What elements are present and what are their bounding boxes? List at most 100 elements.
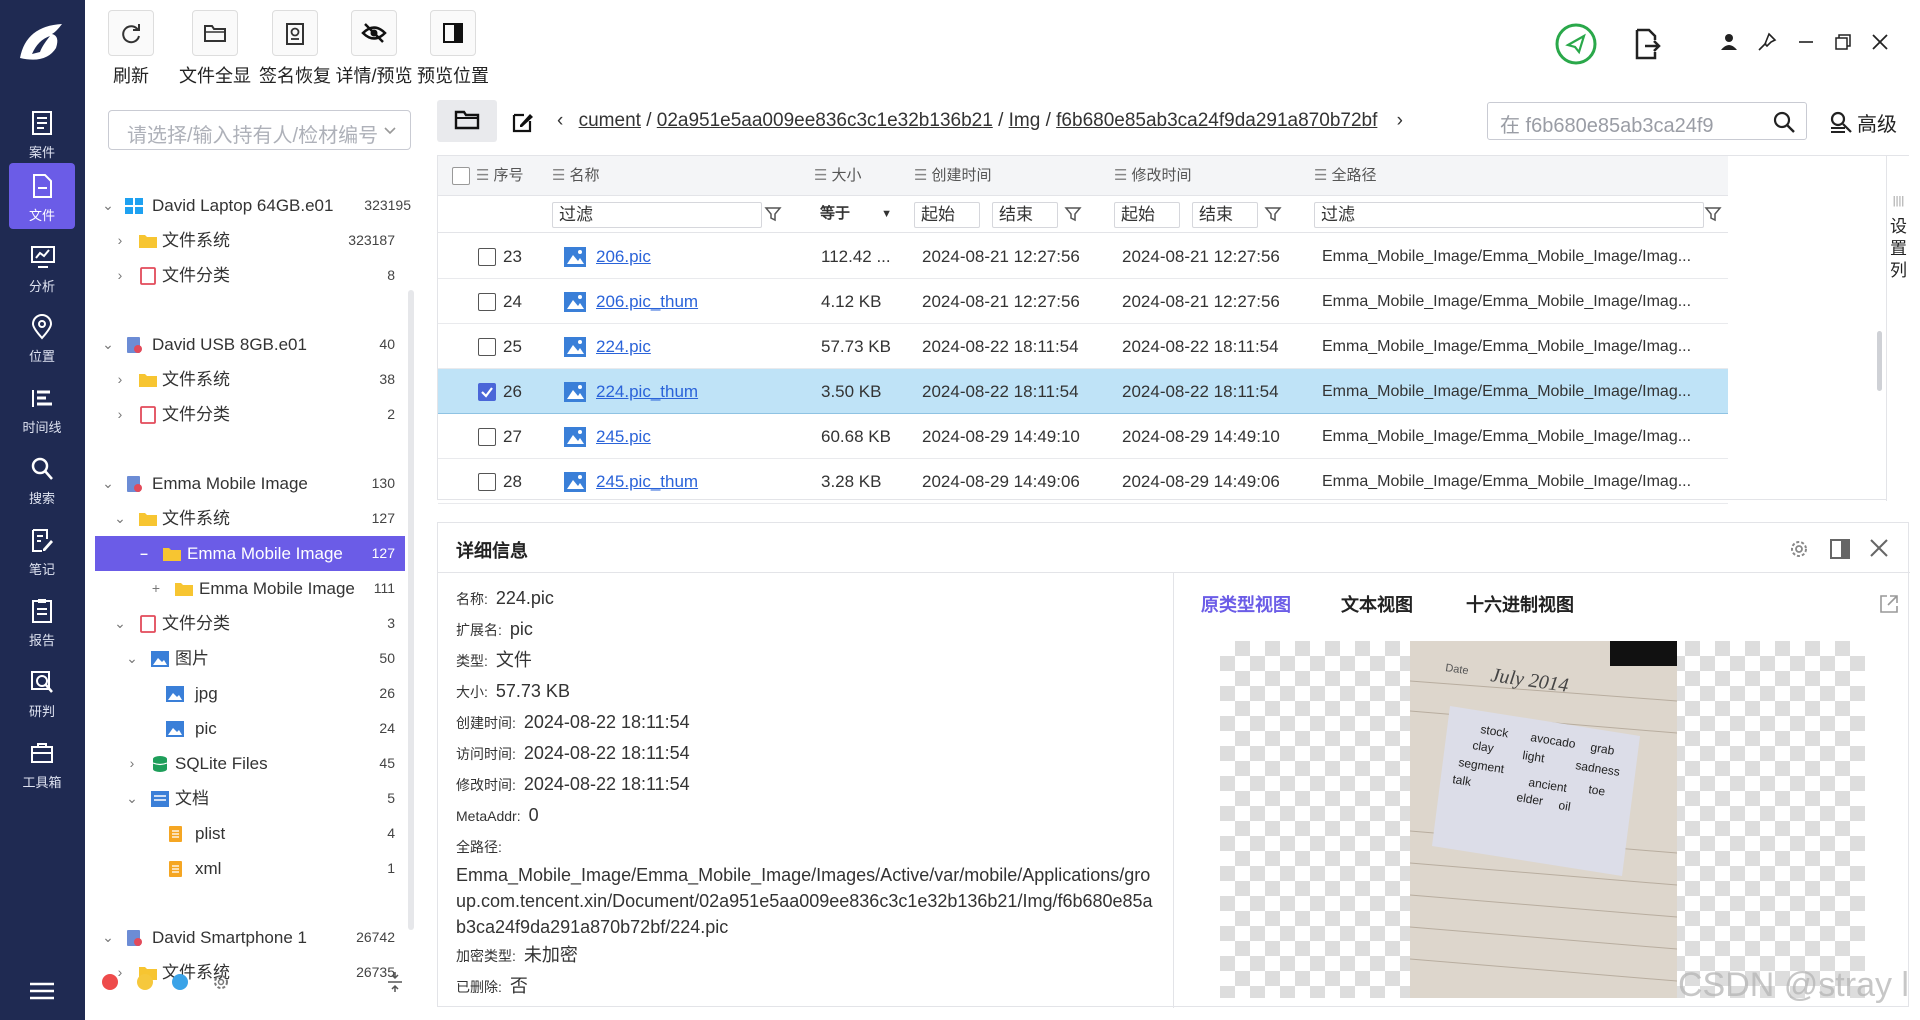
filter-icon[interactable] (1704, 205, 1722, 223)
name-filter-input[interactable]: 过滤 (552, 202, 762, 228)
tree-node-emma-mobile[interactable]: ⌄ Emma Mobile Image 130 (95, 466, 417, 501)
menu-icon[interactable] (26, 980, 58, 1002)
close-icon[interactable] (1870, 32, 1890, 52)
open-folder-button[interactable] (437, 100, 497, 142)
open-external-icon[interactable] (1878, 593, 1900, 615)
tree-node-filesystem[interactable]: › 文件系统 38 (95, 362, 417, 397)
cell-name-link[interactable]: 245.pic_thum (596, 459, 698, 504)
chevron-right-icon[interactable]: › (113, 258, 127, 293)
blue-dot-icon[interactable] (172, 974, 188, 990)
tab-native-view[interactable]: 原类型视图 (1201, 591, 1291, 617)
nav-item-notes[interactable]: 笔记 (9, 517, 75, 583)
row-checkbox[interactable] (478, 383, 496, 401)
signature-recover-button[interactable]: 签名恢复 (257, 8, 333, 86)
tree-node-david-smartphone[interactable]: ⌄ David Smartphone 1 26742 (95, 920, 417, 955)
chevron-right-icon[interactable]: › (1397, 110, 1403, 131)
tree-node-file-category[interactable]: ⌄ 文件分类 3 (95, 606, 417, 641)
chevron-right-icon[interactable]: › (113, 362, 127, 397)
modified-start-input[interactable]: 起始 (1114, 202, 1180, 228)
breadcrumb-item[interactable]: Img (1009, 110, 1041, 131)
filter-icon[interactable] (764, 205, 782, 223)
column-header-no[interactable]: ☰ 序号 (476, 156, 523, 196)
column-header-created[interactable]: ☰ 创建时间 (914, 156, 991, 196)
user-icon[interactable] (1720, 33, 1738, 51)
chevron-down-icon[interactable]: ⌄ (101, 327, 115, 362)
search-icon[interactable] (1772, 110, 1796, 134)
table-row[interactable]: 24 206.pic_thum 4.12 KB 2024-08-21 12:27:56… (438, 279, 1728, 324)
collapse-all-icon[interactable] (385, 970, 405, 994)
tree-node-david-usb[interactable]: ⌄ David USB 8GB.e01 40 (95, 327, 417, 362)
tab-text-view[interactable]: 文本视图 (1341, 591, 1413, 617)
chevron-down-icon[interactable]: ⌄ (113, 606, 127, 641)
gear-icon[interactable] (1787, 537, 1811, 561)
row-checkbox[interactable] (478, 248, 496, 266)
nav-item-timeline[interactable]: 时间线 (9, 375, 75, 441)
red-dot-icon[interactable] (102, 974, 118, 990)
tree-node-filesystem[interactable]: ⌄ 文件系统 127 (95, 501, 417, 536)
size-operator-select[interactable]: 等于 ▼ (814, 202, 896, 228)
column-header-path[interactable]: ☰ 全路径 (1314, 156, 1376, 196)
restore-icon[interactable] (1834, 33, 1852, 51)
yellow-dot-icon[interactable] (137, 974, 153, 990)
cell-name-link[interactable]: 224.pic (596, 324, 651, 369)
chevron-down-icon[interactable]: ⌄ (125, 641, 139, 676)
chevron-down-icon[interactable]: ⌄ (113, 501, 127, 536)
path-filter-input[interactable]: 过滤 (1314, 202, 1704, 228)
send-icon[interactable] (1554, 22, 1598, 66)
nav-item-analysis[interactable]: 分析 (9, 234, 75, 300)
nav-item-case[interactable]: 案件 (9, 100, 75, 166)
tree-node-filesystem[interactable]: › 文件系统 323187 (95, 223, 417, 258)
tree-node-file-category[interactable]: › 文件分类 2 (95, 397, 417, 432)
tree-node-pic[interactable]: pic 24 (95, 711, 417, 746)
chevron-right-icon[interactable]: › (113, 223, 127, 258)
refresh-button[interactable]: 刷新 (107, 8, 155, 86)
tree-node-sqlite[interactable]: › SQLite Files 45 (95, 746, 417, 781)
cell-name-link[interactable]: 206.pic (596, 234, 651, 279)
row-checkbox[interactable] (478, 428, 496, 446)
table-row[interactable]: 25 224.pic 57.73 KB 2024-08-22 18:11:54 2024… (438, 324, 1728, 369)
tree-node-images[interactable]: ⌄ 图片 50 (95, 641, 417, 676)
pin-icon[interactable] (1757, 32, 1777, 52)
gear-icon[interactable] (211, 972, 231, 992)
row-checkbox[interactable] (478, 473, 496, 491)
table-row[interactable]: 27 245.pic 60.68 KB 2024-08-29 14:49:10 2024… (438, 414, 1728, 459)
chevron-left-icon[interactable]: ‹ (557, 110, 563, 131)
cell-name-link[interactable]: 224.pic_thum (596, 369, 698, 414)
nav-item-toolbox[interactable]: 工具箱 (9, 730, 75, 796)
tree-node-jpg[interactable]: jpg 26 (95, 676, 417, 711)
breadcrumb-item[interactable]: cument (579, 110, 641, 131)
expand-icon[interactable]: + (149, 571, 163, 606)
set-columns-button[interactable]: |||| 设置列 (1886, 156, 1910, 501)
tree-node-david-laptop[interactable]: ⌄ David Laptop 64GB.e01 323195 (95, 188, 417, 223)
chevron-down-icon[interactable]: ⌄ (101, 188, 115, 223)
select-all-checkbox[interactable] (452, 167, 470, 186)
minimize-icon[interactable] (1797, 33, 1815, 51)
row-checkbox[interactable] (478, 293, 496, 311)
created-start-input[interactable]: 起始 (914, 202, 980, 228)
nav-item-file[interactable]: 文件 (9, 163, 75, 229)
tree-node-emma-mobile-selected[interactable]: – Emma Mobile Image 127 (95, 536, 405, 571)
table-row[interactable]: 28 245.pic_thum 3.28 KB 2024-08-29 14:49:06… (438, 459, 1728, 504)
chevron-down-icon[interactable]: ⌄ (101, 920, 115, 955)
table-scrollbar[interactable] (1877, 331, 1882, 391)
nav-item-location[interactable]: 位置 (9, 304, 75, 370)
table-row[interactable]: 23 206.pic 112.42 ... 2024-08-21 12:27:56 20… (438, 234, 1728, 279)
created-end-input[interactable]: 结束 (992, 202, 1058, 228)
breadcrumb-item[interactable]: f6b680e85ab3ca24f9da291a870b72bf (1056, 110, 1377, 131)
cell-name-link[interactable]: 206.pic_thum (596, 279, 698, 324)
header-select-all[interactable] (452, 156, 470, 196)
chevron-right-icon[interactable]: › (113, 397, 127, 432)
filter-icon[interactable] (1264, 205, 1282, 223)
tree-node-plist[interactable]: plist 4 (95, 816, 417, 851)
chevron-down-icon[interactable]: ⌄ (125, 781, 139, 816)
folder-search-input[interactable]: 在 f6b680e85ab3ca24f9 (1487, 102, 1807, 140)
nav-item-research[interactable]: 研判 (9, 659, 75, 725)
show-all-files-button[interactable]: 文件全显 (177, 8, 253, 86)
panel-position-icon[interactable] (1828, 537, 1852, 561)
tree-scrollbar[interactable] (408, 290, 414, 930)
preview-position-button[interactable]: 预览位置 (415, 8, 491, 86)
owner-select[interactable]: 请选择/输入持有人/检材编号 (108, 110, 411, 150)
tree-node-emma-mobile-sub[interactable]: + Emma Mobile Image 111 (95, 571, 417, 606)
chevron-right-icon[interactable]: › (125, 746, 139, 781)
nav-item-report[interactable]: 报告 (9, 588, 75, 654)
